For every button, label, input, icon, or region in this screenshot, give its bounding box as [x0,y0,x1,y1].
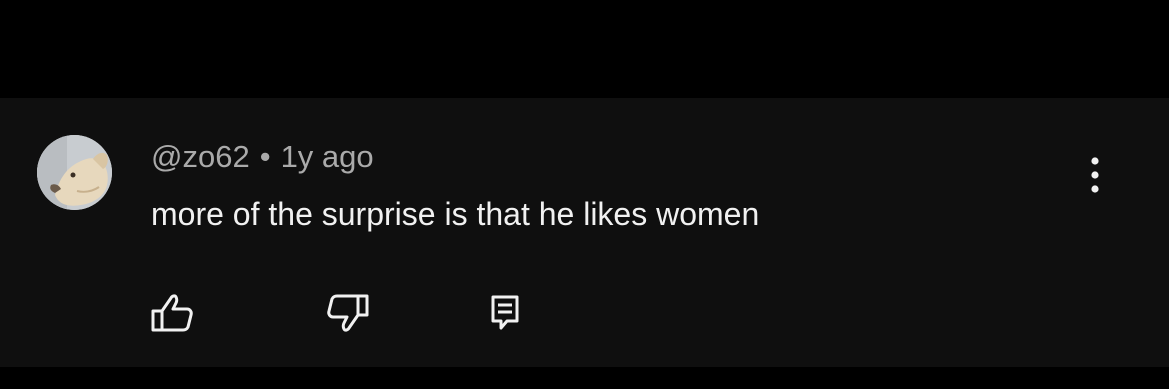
comment-text: more of the surprise is that he likes wo… [151,196,760,232]
comment-timestamp[interactable]: 1y ago [281,139,374,174]
more-vertical-icon [1091,157,1099,193]
like-button[interactable] [148,288,198,338]
dislike-button[interactable] [322,288,372,338]
meta-separator: • [259,139,271,174]
thumbs-down-icon [327,294,369,332]
reply-button[interactable] [480,288,530,338]
more-options-button[interactable] [1078,150,1112,200]
bottom-black-area [0,367,1169,389]
avatar[interactable] [37,135,112,210]
dog-avatar-icon [37,135,112,210]
comment-author[interactable]: @zo62 [151,139,250,174]
top-black-area [0,0,1169,98]
reply-comment-icon [491,295,519,330]
comment-card: @zo62 • 1y ago more of the surprise is tha… [0,98,1169,367]
thumbs-up-icon [151,294,193,332]
comment-meta: @zo62 • 1y ago [151,138,374,176]
